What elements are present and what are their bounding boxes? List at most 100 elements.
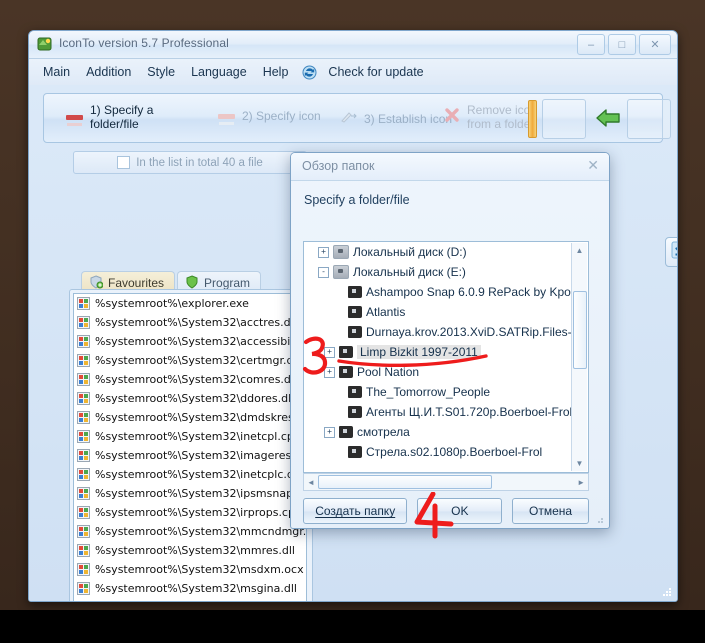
windows-logo-icon [77, 316, 90, 329]
minimize-button[interactable]: – [577, 34, 605, 55]
resize-grip[interactable] [661, 586, 673, 598]
windows-logo-icon [77, 563, 90, 576]
list-item[interactable]: %systemroot%\System32\ipsmsnap.dll [74, 484, 306, 503]
expander-icon[interactable]: - [318, 266, 329, 278]
file-list[interactable]: %systemroot%\explorer.exe %systemroot%\S… [73, 293, 307, 602]
list-item[interactable]: %systemroot%\System32\ddores.dll [74, 389, 306, 408]
list-item[interactable]: %systemroot%\System32\accessibilitycpl.d… [74, 332, 306, 351]
menu-item-language[interactable]: Language [183, 62, 255, 82]
folder-icon [348, 306, 362, 318]
wizard-step-1-label2: folder/file [90, 117, 139, 131]
create-folder-button[interactable]: Создать папку [303, 498, 408, 524]
menu-item-main[interactable]: Main [35, 62, 78, 82]
folder-icon [348, 386, 362, 398]
wizard-step-4-label: Remove icon [467, 103, 538, 117]
windows-logo-icon [77, 354, 90, 367]
wizard-step-2[interactable]: 2) Specify icon [218, 109, 321, 123]
tree-item[interactable]: Ashampoo Snap 6.0.9 RePack by KpoJIu [304, 282, 588, 302]
scroll-right-icon[interactable]: ► [574, 478, 588, 487]
tree-item[interactable]: Durnaya.krov.2013.XviD.SATRip.Files-x [304, 322, 588, 342]
scroll-up-icon[interactable]: ▲ [572, 243, 587, 258]
step-marker-icon [66, 114, 83, 120]
wizard-step-3-label: 3) Establish icon [364, 111, 453, 126]
wizard-step-1[interactable]: 1) Specify a folder/file [66, 103, 153, 131]
list-item[interactable]: %systemroot%\explorer.exe [74, 294, 306, 313]
dialog-titlebar[interactable]: Обзор папок ✕ [291, 153, 609, 181]
close-button[interactable]: ✕ [639, 34, 671, 55]
window-titlebar[interactable]: IconTo version 5.7 Professional – □ ✕ [29, 31, 677, 59]
list-item[interactable]: %systemroot%\System32\msgina.dll [74, 579, 306, 598]
expander-icon [335, 328, 344, 337]
windows-logo-icon [77, 487, 90, 500]
list-item[interactable]: %systemroot%\System32\imageres.dll [74, 446, 306, 465]
list-item[interactable]: %systemroot%\System32\msdxm.ocx [74, 560, 306, 579]
expander-icon[interactable]: + [324, 346, 335, 358]
tree-vertical-scrollbar[interactable]: ▲ ▼ [571, 243, 587, 471]
expander-icon[interactable]: + [324, 366, 335, 378]
menu-item-check-for-update[interactable]: Check for update [320, 62, 431, 82]
scroll-left-icon[interactable]: ◄ [304, 478, 318, 487]
list-item[interactable]: %systemroot%\System32\certmgr.dll [74, 351, 306, 370]
folder-icon [348, 406, 362, 418]
tree-item[interactable]: + Локальный диск (D:) [304, 242, 588, 262]
toolbar-slot-right[interactable] [627, 99, 671, 139]
tree-item[interactable]: The_Tomorrow_People [304, 382, 588, 402]
dialog-resize-grip[interactable] [593, 513, 605, 525]
list-item[interactable]: %systemroot%\System32\mshtml.dll [74, 598, 306, 602]
list-item[interactable]: %systemroot%\System32\mmcndmgr.dll [74, 522, 306, 541]
wizard-step-3[interactable]: 3) Establish icon [341, 109, 452, 128]
wizard-step-1-label: 1) Specify a [90, 103, 154, 117]
toolbar-slot-left[interactable] [542, 99, 586, 139]
folder-icon [348, 286, 362, 298]
toolbar-divider-left [528, 100, 537, 138]
windows-logo-icon [77, 582, 90, 595]
ok-button[interactable]: OK [417, 498, 503, 524]
tree-item[interactable]: Агенты Щ.И.Т.S01.720p.Boerboel-Frol [304, 402, 588, 422]
expander-icon [335, 308, 344, 317]
tree-horizontal-scrollbar[interactable]: ◄ ► [303, 473, 589, 491]
list-item[interactable]: %systemroot%\System32\mmres.dll [74, 541, 306, 560]
windows-logo-icon [77, 468, 90, 481]
tree-item[interactable]: - Локальный диск (E:) [304, 262, 588, 282]
wizard-remove-icon-action[interactable]: Remove icon from a folder [444, 103, 537, 131]
list-item[interactable]: %systemroot%\System32\irprops.cpl [74, 503, 306, 522]
download-button[interactable] [665, 237, 677, 267]
green-left-arrow-icon[interactable] [595, 107, 621, 134]
list-item[interactable]: %systemroot%\System32\acctres.dll [74, 313, 306, 332]
scrollbar-thumb-horizontal[interactable] [318, 475, 492, 489]
cancel-button[interactable]: Отмена [512, 498, 589, 524]
windows-logo-icon [77, 373, 90, 386]
windows-logo-icon [77, 411, 90, 424]
folder-icon [348, 446, 362, 458]
expander-icon[interactable]: + [318, 246, 329, 258]
scrollbar-thumb[interactable] [573, 291, 587, 369]
list-item[interactable]: %systemroot%\System32\dmdskres.dll [74, 408, 306, 427]
folder-tree[interactable]: + Локальный диск (D:) - Локальный диск (… [303, 241, 589, 473]
tree-item[interactable]: Стрела.s02.1080p.Boerboel-Frol [304, 442, 588, 462]
maximize-button[interactable]: □ [608, 34, 636, 55]
menu-item-style[interactable]: Style [139, 62, 183, 82]
tree-item[interactable]: Atlantis [304, 302, 588, 322]
expander-icon [335, 408, 344, 417]
wizard-step-2-label: 2) Specify icon [242, 109, 321, 123]
menu-item-help[interactable]: Help [255, 62, 297, 82]
windows-logo-icon [77, 392, 90, 405]
browse-folder-dialog: Обзор папок ✕ Specify a folder/file + Ло… [290, 152, 610, 529]
expander-icon [335, 388, 344, 397]
tree-item-selected[interactable]: + Limp Bizkit 1997-2011 [304, 342, 588, 362]
windows-logo-icon [77, 525, 90, 538]
windows-logo-icon [77, 430, 90, 443]
list-item[interactable]: %systemroot%\System32\inetcplc.dll [74, 465, 306, 484]
dialog-subtitle: Specify a folder/file [304, 193, 410, 207]
tree-item[interactable]: + смотрела [304, 422, 588, 442]
list-item[interactable]: %systemroot%\System32\inetcpl.cpl [74, 427, 306, 446]
tab-program-label: Program [204, 276, 251, 290]
menu-item-addition[interactable]: Addition [78, 62, 139, 82]
tree-item[interactable]: + Pool Nation [304, 362, 588, 382]
download-icon [671, 241, 677, 264]
expander-icon[interactable]: + [324, 426, 335, 438]
list-item[interactable]: %systemroot%\System32\comres.dll [74, 370, 306, 389]
close-icon[interactable]: ✕ [587, 157, 599, 174]
scroll-down-icon[interactable]: ▼ [572, 456, 587, 471]
windows-logo-icon [77, 601, 90, 602]
